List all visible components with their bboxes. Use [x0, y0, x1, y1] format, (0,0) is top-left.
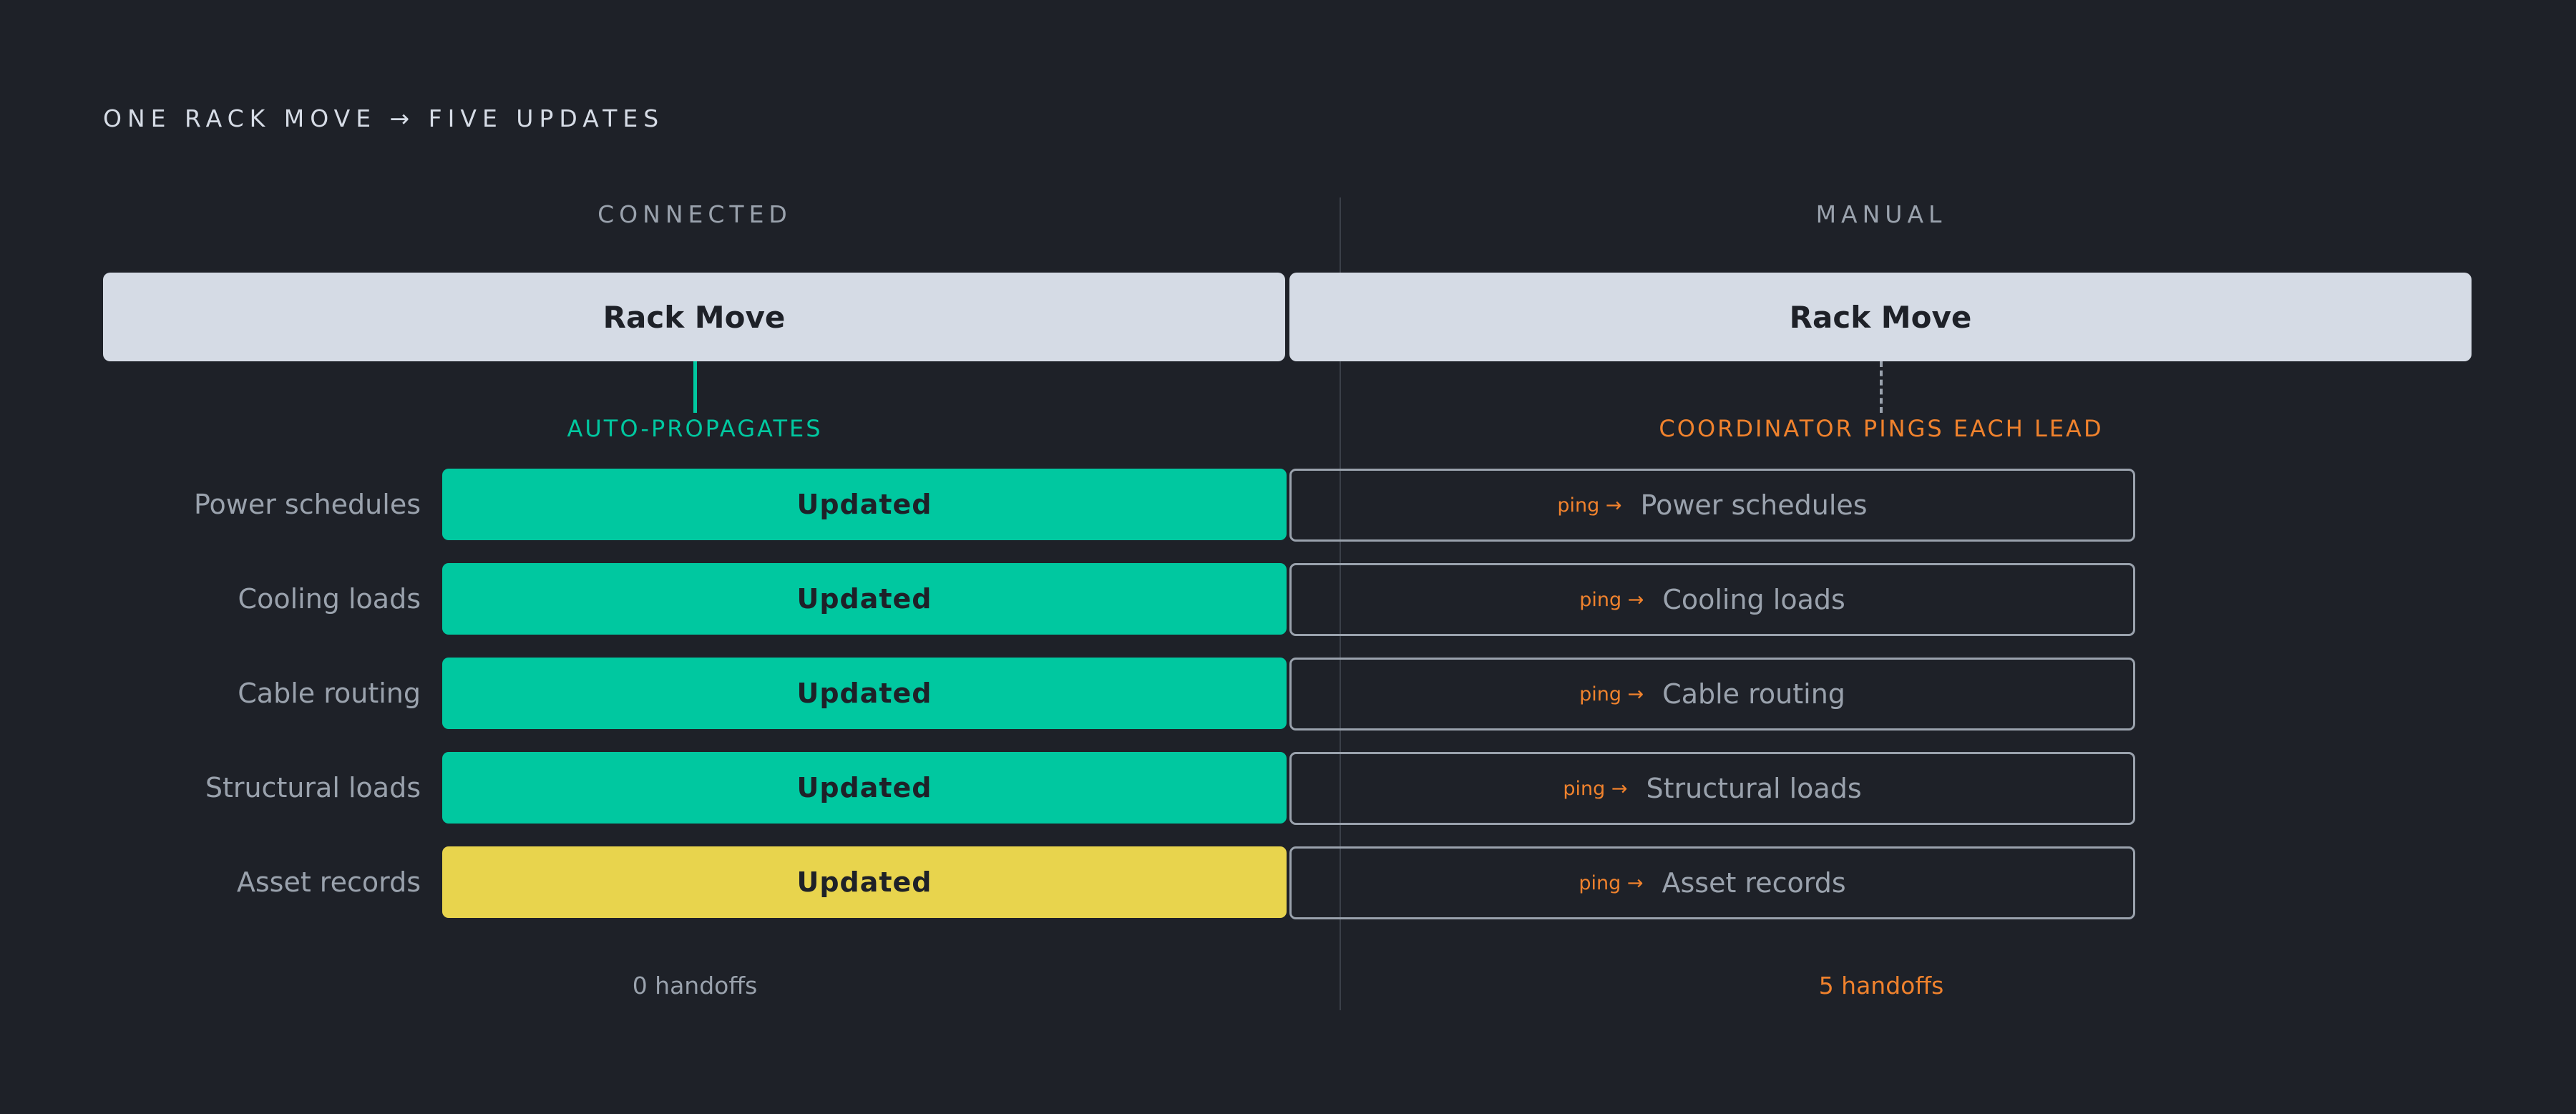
row-label-cable-routing: Cable routing [238, 678, 421, 709]
ping-label: ping → [1579, 683, 1644, 705]
manual-cooling-loads: ping → Cooling loads [1289, 563, 2135, 636]
row-label-cooling-loads: Cooling loads [238, 583, 421, 615]
row-label-structural-loads: Structural loads [205, 772, 421, 803]
diagram-title: ONE RACK MOVE → FIVE UPDATES [103, 104, 665, 132]
auto-propagates-label: AUTO-PROPAGATES [567, 415, 823, 442]
manual-item-label: Power schedules [1640, 489, 1868, 521]
manual-item-label: Asset records [1662, 867, 1846, 899]
manual-item-label: Structural loads [1646, 773, 1862, 804]
manual-item-label: Cable routing [1662, 678, 1845, 710]
updated-asset-records: Updated [442, 846, 1287, 918]
updated-structural-loads: Updated [442, 752, 1287, 824]
updated-power-schedules: Updated [442, 469, 1287, 540]
manual-handoffs: 5 handoffs [1818, 972, 1944, 1000]
updated-cable-routing: Updated [442, 658, 1287, 729]
connected-rack-move: Rack Move [103, 273, 1285, 361]
manual-power-schedules: ping → Power schedules [1289, 469, 2135, 542]
manual-item-label: Cooling loads [1662, 584, 1845, 615]
manual-structural-loads: ping → Structural loads [1289, 752, 2135, 825]
ping-label: ping → [1579, 588, 1644, 611]
ping-label: ping → [1557, 494, 1622, 517]
ping-label: ping → [1563, 777, 1628, 800]
manual-rack-move: Rack Move [1289, 273, 2472, 361]
connected-heading: CONNECTED [597, 200, 792, 228]
manual-cable-routing: ping → Cable routing [1289, 658, 2135, 731]
manual-asset-records: ping → Asset records [1289, 846, 2135, 919]
row-label-power-schedules: Power schedules [193, 489, 421, 520]
updated-cooling-loads: Updated [442, 563, 1287, 635]
coordinator-pings-label: COORDINATOR PINGS EACH LEAD [1659, 415, 2104, 442]
row-label-asset-records: Asset records [236, 866, 421, 898]
ping-label: ping → [1579, 871, 1644, 894]
coordinator-connector [1880, 361, 1883, 413]
propagation-connector [693, 361, 697, 413]
connected-handoffs: 0 handoffs [632, 972, 758, 1000]
manual-heading: MANUAL [1815, 200, 1947, 228]
